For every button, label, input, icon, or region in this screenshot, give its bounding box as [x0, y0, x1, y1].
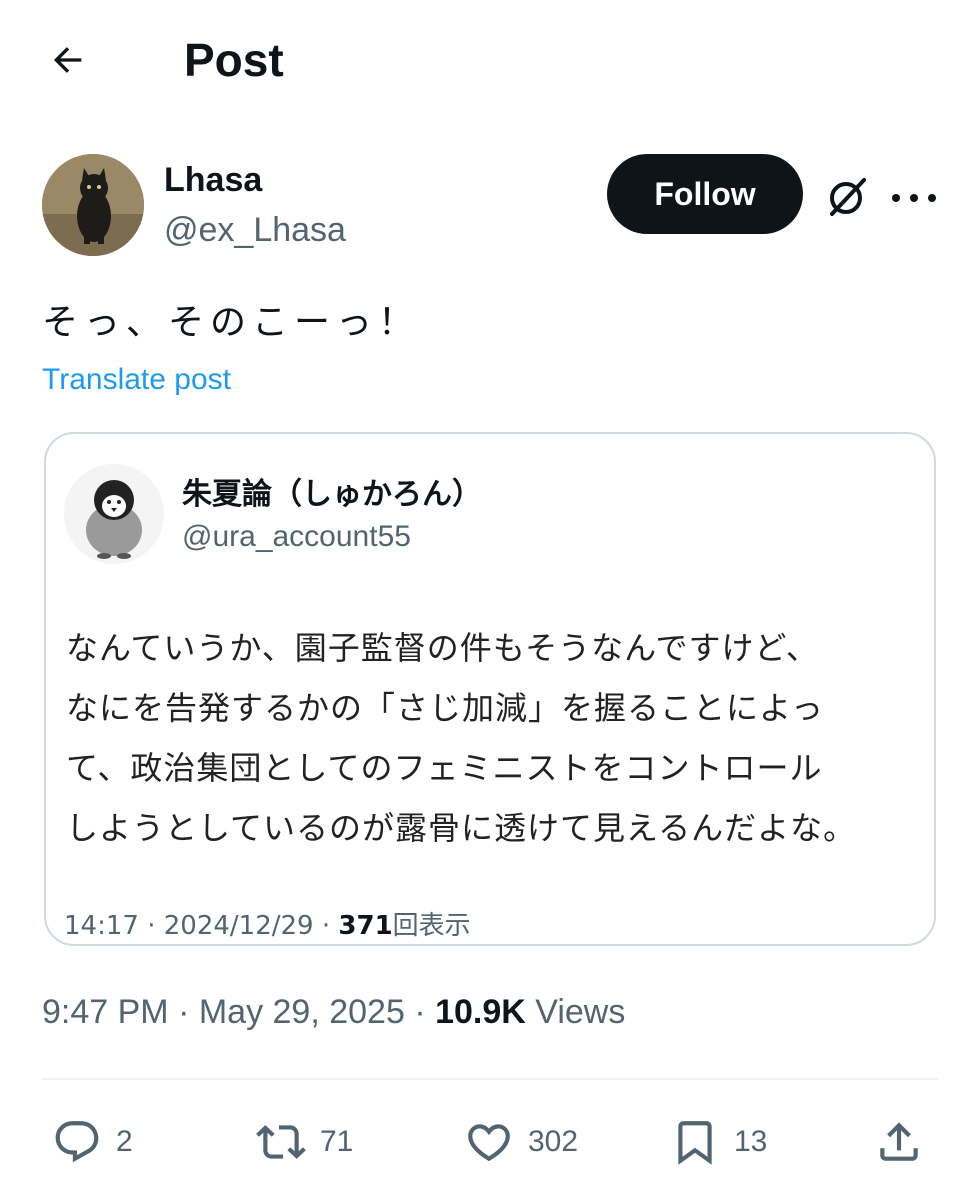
more-horizontal-icon[interactable]: [892, 178, 936, 218]
quote-meta: 14:17 · 2024/12/29 · 371回表示: [64, 911, 471, 941]
quote-avatar: [64, 464, 164, 564]
quote-line: なにを告発するかの「さじ加減」を握ることによっ: [66, 689, 825, 727]
bookmark-count: 13: [734, 1125, 768, 1158]
repost-button[interactable]: 71: [256, 1110, 353, 1174]
post-meta: 9:47 PM · May 29, 2025 · 10.9K Views: [42, 993, 626, 1031]
quote-time: 14:17: [64, 911, 139, 941]
quote-author-handle: @ura_account55: [182, 520, 411, 553]
quote-views-count: 371: [338, 911, 393, 941]
repost-icon: [256, 1125, 306, 1159]
post-date[interactable]: May 29, 2025: [199, 993, 405, 1031]
bookmark-button[interactable]: 13: [670, 1110, 767, 1174]
header: Post: [0, 0, 980, 120]
bookmark-icon: [678, 1121, 712, 1165]
repost-count: 71: [320, 1125, 354, 1158]
divider: [42, 1078, 938, 1080]
author-handle[interactable]: @ex_Lhasa: [164, 210, 346, 250]
reply-icon: [55, 1121, 99, 1163]
reply-button[interactable]: 2: [52, 1110, 133, 1174]
share-button[interactable]: [874, 1110, 924, 1174]
post-time[interactable]: 9:47 PM: [42, 993, 169, 1031]
quote-date: 2024/12/29: [163, 911, 314, 941]
like-button[interactable]: 302: [464, 1110, 578, 1174]
views-count: 10.9K: [435, 993, 526, 1031]
post-text: そっ、そのこーっ！: [42, 302, 421, 343]
quote-text: なんていうか、園子監督の件もそうなんですけど、 なにを告発するかの「さじ加減」を…: [66, 618, 926, 858]
author-name[interactable]: Lhasa: [164, 160, 262, 200]
post-author: Lhasa @ex_Lhasa Follow: [42, 154, 942, 258]
cat-avatar-image: [42, 154, 144, 256]
grok-icon[interactable]: [824, 174, 870, 220]
reply-count: 2: [116, 1125, 133, 1158]
follow-button[interactable]: Follow: [607, 154, 803, 234]
quote-line: なんていうか、園子監督の件もそうなんですけど、: [66, 629, 819, 667]
quote-line: しようとしているのが露骨に透けて見えるんだよな。: [66, 809, 857, 847]
quote-line: て、政治集団としてのフェミニストをコントロール: [66, 749, 823, 787]
quote-author-name: 朱夏論（しゅかろん）: [182, 477, 482, 512]
back-button[interactable]: [44, 36, 92, 84]
translate-post-link[interactable]: Translate post: [42, 362, 231, 398]
page-title: Post: [184, 34, 284, 86]
avatar[interactable]: [42, 154, 144, 256]
penguin-avatar-image: [64, 464, 164, 564]
share-icon: [880, 1122, 918, 1161]
quoted-post[interactable]: 朱夏論（しゅかろん） @ura_account55 なんていうか、園子監督の件も…: [44, 432, 936, 946]
action-bar: 2 71 302 13: [0, 1110, 980, 1174]
like-count: 302: [528, 1125, 579, 1158]
quote-views-label: 回表示: [392, 911, 471, 941]
views-label: Views: [535, 993, 626, 1031]
heart-icon: [468, 1124, 510, 1162]
arrow-left-icon: [53, 47, 82, 73]
